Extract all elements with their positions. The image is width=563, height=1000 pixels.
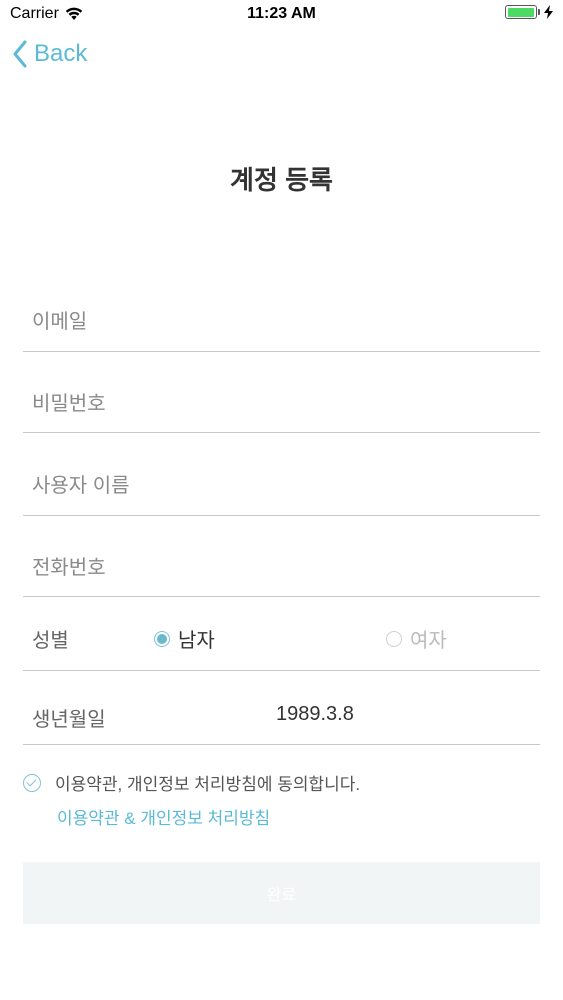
- submit-button[interactable]: 완료: [23, 862, 540, 924]
- battery-icon: [505, 5, 537, 19]
- email-field-container: [23, 302, 540, 352]
- battery-fill: [507, 7, 534, 17]
- password-field-container: [23, 384, 540, 433]
- gender-option-male[interactable]: 남자: [154, 624, 215, 653]
- phone-field-container: [23, 548, 540, 597]
- bolt-icon: [544, 5, 553, 19]
- terms-link[interactable]: 이용약관 & 개인정보 처리방침: [57, 804, 270, 829]
- status-time: 11:23 AM: [247, 5, 316, 22]
- password-field[interactable]: [23, 384, 540, 424]
- agree-text: 이용약관, 개인정보 처리방침에 동의합니다.: [55, 775, 361, 794]
- chevron-left-icon: [13, 40, 27, 68]
- username-field[interactable]: [23, 466, 540, 506]
- email-field[interactable]: [23, 302, 540, 342]
- radio-checked-icon: [154, 630, 170, 647]
- status-right: [505, 5, 553, 19]
- radio-unchecked-icon: [386, 630, 402, 647]
- phone-field[interactable]: [23, 548, 540, 588]
- status-bar: Carrier 11:23 AM: [0, 0, 563, 30]
- gender-option-label: 여자: [410, 630, 447, 652]
- username-field-container: [23, 466, 540, 516]
- birthdate-label: 생년월일: [32, 709, 106, 731]
- birthdate-divider: [23, 744, 540, 745]
- birthdate-picker[interactable]: 1989.3.8: [276, 703, 354, 726]
- back-label: Back: [34, 40, 88, 67]
- agree-checkbox[interactable]: 이용약관, 개인정보 처리방침에 동의합니다.: [23, 770, 360, 795]
- back-button[interactable]: Back: [12, 40, 87, 68]
- gender-divider: [23, 670, 540, 671]
- gender-label: 성별: [32, 630, 69, 652]
- battery-tip: [538, 9, 540, 15]
- gender-option-female[interactable]: 여자: [386, 624, 447, 653]
- gender-option-label: 남자: [178, 630, 215, 652]
- check-circle-icon: [23, 773, 41, 792]
- page-title: 계정 등록: [230, 165, 333, 195]
